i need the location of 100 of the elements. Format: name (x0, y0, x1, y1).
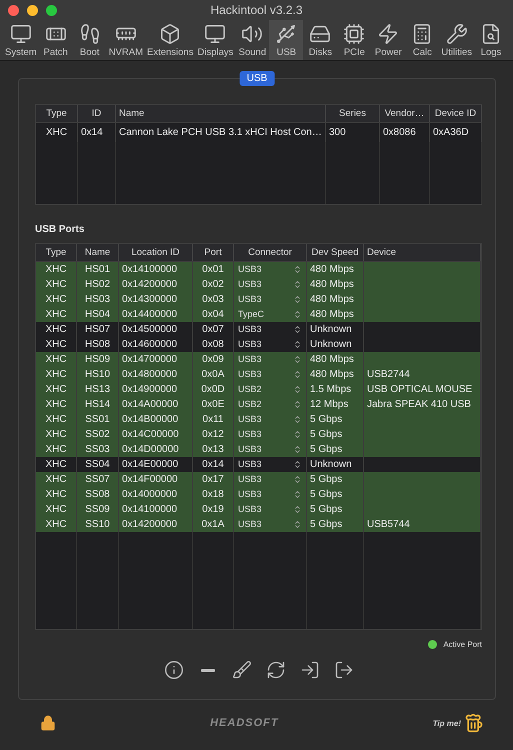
column-header[interactable]: Connector (234, 244, 307, 261)
port-row[interactable]: XHC SS03 0x14D00000 0x13 USB3 5 Gbps (36, 442, 481, 457)
table-cell: 0x8086 (380, 123, 430, 142)
table-cell: 300 (326, 123, 380, 142)
info-button[interactable] (162, 659, 184, 681)
speaker-icon (241, 23, 264, 45)
table-cell: 0x14200000 (119, 516, 193, 532)
window-title: Hackintool v3.2.3 (210, 3, 303, 17)
chevron-icon (293, 460, 302, 469)
column-header[interactable]: Location ID (119, 244, 193, 261)
column-header[interactable]: Dev Speed (307, 244, 364, 261)
chevron-icon (293, 280, 302, 289)
column-header[interactable]: Device ID (430, 105, 482, 122)
chevron-icon (293, 400, 302, 409)
legend-label: Active Port (443, 640, 482, 649)
chevron-icon (293, 384, 302, 394)
chevron-icon (293, 444, 302, 454)
port-row[interactable]: XHC SS09 0x14100000 0x19 USB3 5 Gbps (36, 502, 481, 517)
port-row[interactable]: XHC HS13 0x14900000 0x0D USB2 1.5 Mbps USB OPTICAL MOUSE (36, 382, 481, 397)
port-row[interactable]: XHC SS01 0x14B00000 0x11 USB3 5 Gbps (36, 412, 481, 427)
usb-icon (275, 23, 298, 45)
chip-icon (343, 23, 366, 45)
export-icon (334, 660, 354, 680)
toolbar-tab[interactable]: Extensions (145, 20, 196, 60)
table-cell: 0x14 (78, 123, 116, 142)
column-header[interactable]: Name (116, 105, 326, 122)
port-row[interactable]: XHC HS14 0x14A00000 0x0E USB2 12 Mbps Jabra SPEAK 410 USB (36, 396, 481, 412)
minimize-button[interactable] (27, 4, 38, 16)
table-cell: USB5744 (364, 516, 481, 532)
toolbar-tab[interactable]: Calc (405, 20, 440, 60)
toolbar-tab[interactable]: Displays (195, 20, 236, 60)
port-row[interactable]: XHC HS04 0x14400000 0x04 TypeC 480 Mbps (36, 306, 481, 322)
connector-select[interactable]: USB3 (234, 516, 307, 532)
drive-icon (309, 23, 332, 45)
port-row[interactable]: XHC HS01 0x14100000 0x01 USB3 480 Mbps (36, 262, 481, 277)
table-cell: 0xA36D (430, 123, 482, 142)
section-tab[interactable]: USB (240, 71, 274, 86)
toolbar-tab[interactable]: Boot (72, 20, 107, 60)
column-header[interactable]: Series (326, 105, 380, 122)
zoom-button[interactable] (46, 4, 57, 16)
refresh-icon (266, 660, 286, 680)
chevron-icon (293, 414, 302, 424)
port-row[interactable]: XHC SS07 0x14F00000 0x17 USB3 5 Gbps (36, 472, 481, 487)
chevron-icon (293, 264, 302, 274)
table-cell: Cannon Lake PCH USB 3.1 xHCI Host Con… (116, 123, 326, 142)
toolbar-tab[interactable]: Patch (38, 20, 73, 60)
minus-icon (200, 668, 214, 672)
chevron-icon (293, 340, 302, 349)
port-row[interactable]: XHC HS09 0x14700000 0x09 USB3 480 Mbps (36, 352, 481, 367)
close-button[interactable] (8, 4, 19, 16)
chevron-icon (293, 490, 302, 499)
brush-icon (232, 660, 252, 680)
column-header[interactable]: Type (36, 244, 77, 261)
chevron-icon (293, 474, 302, 484)
logo-text: HEADSOFT (210, 717, 279, 729)
toolbar-tab[interactable]: Disks (303, 20, 338, 60)
toolbar-tab[interactable]: Utilities (439, 20, 474, 60)
footprints-icon (78, 23, 101, 45)
computer-icon (10, 23, 32, 45)
chevron-icon (293, 354, 302, 364)
table-cell: XHC (36, 123, 78, 142)
port-row[interactable]: XHC HS10 0x14800000 0x0A USB3 480 Mbps USB2744 (36, 366, 481, 382)
chevron-icon (293, 504, 302, 514)
port-row[interactable]: XHC SS08 0x14000000 0x18 USB3 5 Gbps (36, 486, 481, 502)
column-header[interactable]: Name (77, 244, 119, 261)
chevron-icon (293, 370, 302, 379)
toolbar-tab[interactable]: NVRAM (106, 20, 145, 60)
table-cell: SS10 (77, 516, 119, 532)
chevron-icon (293, 324, 302, 334)
toolbar-tab[interactable]: Power (371, 20, 406, 60)
port-row[interactable]: XHC HS03 0x14300000 0x03 USB3 480 Mbps (36, 292, 481, 307)
chevron-icon (293, 430, 302, 439)
column-header[interactable]: Port (193, 244, 234, 261)
table-cell: XHC (36, 516, 77, 532)
table-cell: 0x1A (193, 516, 234, 532)
toolbar-tab[interactable]: System (3, 20, 39, 60)
brush-button[interactable] (230, 659, 252, 681)
box-icon (159, 23, 182, 45)
column-header[interactable]: Type (36, 105, 78, 122)
toolbar-tab[interactable]: Logs (474, 20, 508, 60)
toolbar-tab[interactable]: PCIe (337, 20, 372, 60)
lightning-icon (377, 23, 400, 45)
toolbar-tab[interactable]: USB (269, 20, 304, 60)
import-icon (300, 660, 320, 680)
wrench-icon (446, 23, 468, 45)
chevron-icon (293, 310, 302, 319)
port-row[interactable]: XHC SS10 0x14200000 0x1A USB3 5 Gbps USB5744 (36, 516, 481, 532)
beer-icon[interactable] (464, 713, 484, 733)
table-cell: 5 Gbps (307, 516, 364, 532)
chevron-icon (293, 294, 302, 304)
monitor-icon (204, 23, 226, 45)
column-header[interactable]: Vendor… (380, 105, 430, 122)
toolbar-tab[interactable]: Sound (235, 20, 270, 60)
tip-label[interactable]: Tip me! (432, 718, 461, 728)
chevron-icon (293, 520, 302, 529)
info-icon (164, 660, 184, 680)
column-header[interactable]: Device (364, 244, 481, 261)
port-row[interactable]: XHC HS02 0x14200000 0x02 USB3 480 Mbps (36, 276, 481, 292)
column-header[interactable]: ID (78, 105, 116, 122)
port-row[interactable]: XHC SS02 0x14C00000 0x12 USB3 5 Gbps (36, 426, 481, 442)
